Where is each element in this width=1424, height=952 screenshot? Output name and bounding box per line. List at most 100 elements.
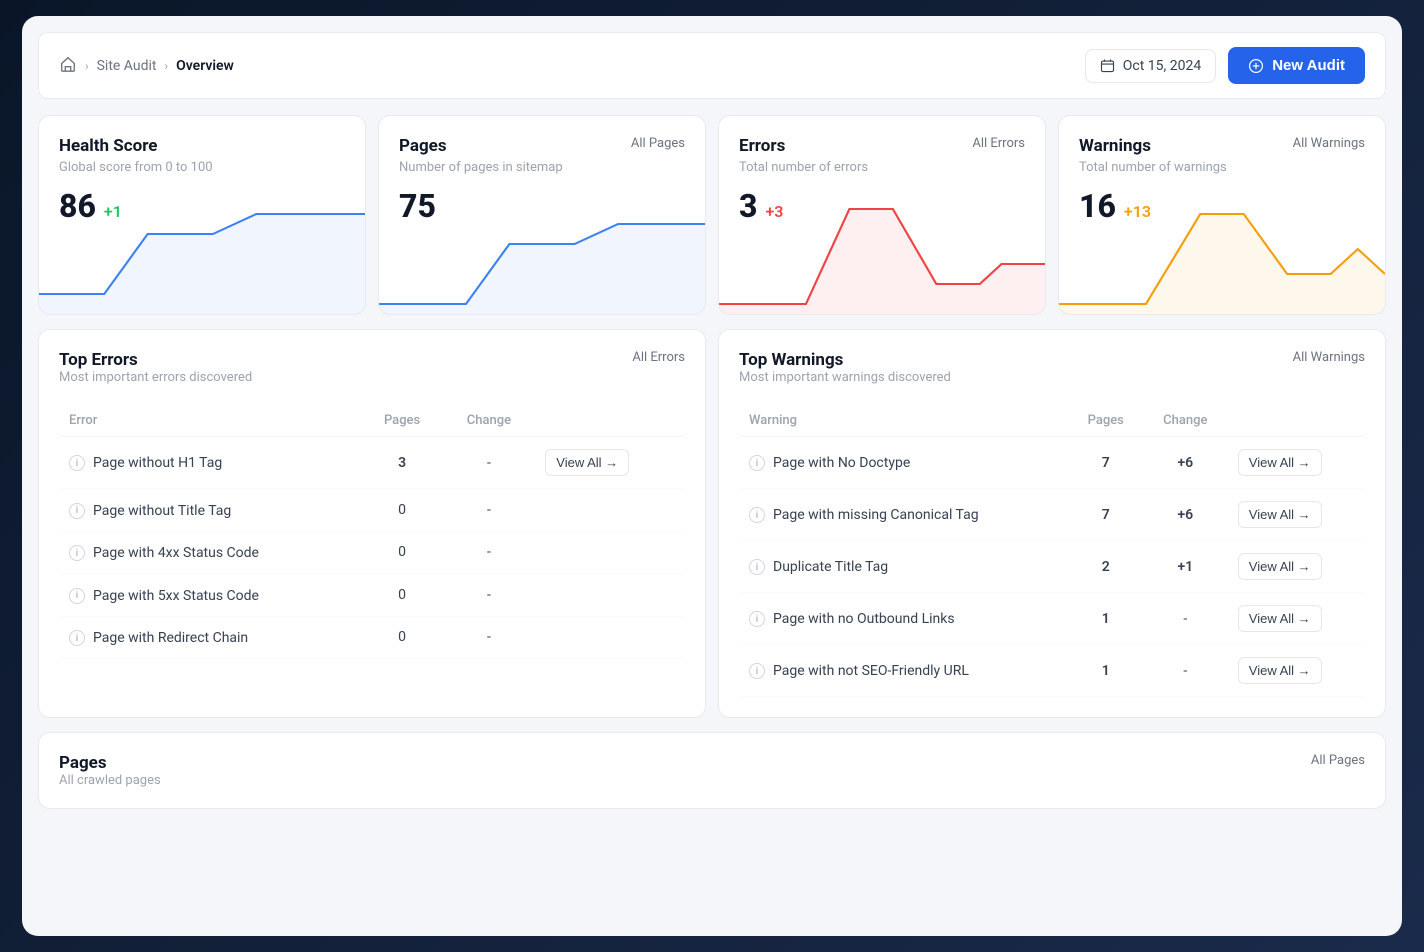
view-all-button[interactable]: View All → xyxy=(1238,605,1322,632)
top-errors-title: Top Errors xyxy=(59,350,252,370)
warnings-col-warning: Warning xyxy=(739,405,1069,437)
warning-pages-cell: 2 xyxy=(1069,541,1143,593)
view-all-button[interactable]: View All → xyxy=(1238,553,1322,580)
error-action-cell xyxy=(535,489,685,532)
pages-link[interactable]: All Pages xyxy=(631,136,685,151)
top-errors-subtitle: Most important errors discovered xyxy=(59,370,252,385)
health-score-title: Health Score xyxy=(59,136,157,156)
warning-name-cell: i Page with no Outbound Links xyxy=(739,593,1069,645)
warning-action-cell: View All → xyxy=(1228,541,1365,593)
errors-link[interactable]: All Errors xyxy=(972,136,1025,151)
breadcrumb-sep-1: › xyxy=(85,59,89,73)
info-icon: i xyxy=(749,663,765,679)
pages-card: Pages All Pages Number of pages in sitem… xyxy=(378,115,706,315)
warning-pages-cell: 1 xyxy=(1069,593,1143,645)
error-action-cell xyxy=(535,574,685,617)
calendar-icon xyxy=(1100,58,1115,73)
warning-change-cell: - xyxy=(1143,645,1228,697)
pages-section-card: Pages All crawled pages All Pages xyxy=(38,732,1386,809)
top-warnings-section: Top Warnings Most important warnings dis… xyxy=(718,329,1386,718)
warning-name-cell: i Duplicate Title Tag xyxy=(739,541,1069,593)
info-icon: i xyxy=(69,630,85,646)
error-name: Page without Title Tag xyxy=(93,503,231,519)
warning-change-cell: - xyxy=(1143,593,1228,645)
new-audit-label: New Audit xyxy=(1272,57,1345,74)
table-row: i Duplicate Title Tag 2 +1 View All → xyxy=(739,541,1365,593)
overview-label: Overview xyxy=(176,58,234,74)
warnings-subtitle: Total number of warnings xyxy=(1079,160,1365,175)
breadcrumb-sep-2: › xyxy=(164,59,168,73)
error-pages-cell: 0 xyxy=(362,531,443,574)
view-all-button[interactable]: View All → xyxy=(1238,501,1322,528)
errors-header: Errors All Errors xyxy=(739,136,1025,156)
error-pages-cell: 0 xyxy=(362,616,443,659)
warning-pages-cell: 1 xyxy=(1069,645,1143,697)
error-pages-cell: 0 xyxy=(362,489,443,532)
home-icon[interactable] xyxy=(59,55,77,77)
pages-section-title: Pages xyxy=(59,753,161,773)
errors-col-error: Error xyxy=(59,405,362,437)
top-errors-section: Top Errors Most important errors discove… xyxy=(38,329,706,718)
info-icon: i xyxy=(69,545,85,561)
warning-name: Page with missing Canonical Tag xyxy=(773,507,979,523)
health-score-header: Health Score xyxy=(59,136,345,156)
info-icon: i xyxy=(69,503,85,519)
warning-name-cell: i Page with No Doctype xyxy=(739,437,1069,489)
warning-action-cell: View All → xyxy=(1228,437,1365,489)
warning-name-cell: i Page with not SEO-Friendly URL xyxy=(739,645,1069,697)
warning-name: Page with no Outbound Links xyxy=(773,611,955,627)
warning-change-cell: +6 xyxy=(1143,489,1228,541)
error-pages-cell: 0 xyxy=(362,574,443,617)
warning-change-cell: +1 xyxy=(1143,541,1228,593)
error-name: Page with Redirect Chain xyxy=(93,630,248,646)
warning-name: Duplicate Title Tag xyxy=(773,559,888,575)
errors-col-change: Change xyxy=(443,405,536,437)
error-name-cell: i Page with 5xx Status Code xyxy=(59,574,362,617)
info-icon: i xyxy=(69,455,85,471)
top-warnings-title: Top Warnings xyxy=(739,350,951,370)
pages-header: Pages All Pages xyxy=(399,136,685,156)
info-icon: i xyxy=(749,559,765,575)
top-warnings-link[interactable]: All Warnings xyxy=(1293,350,1365,365)
view-all-button[interactable]: View All → xyxy=(1238,449,1322,476)
table-row: i Page with 5xx Status Code 0 - xyxy=(59,574,685,617)
error-name-cell: i Page with 4xx Status Code xyxy=(59,531,362,574)
warnings-card: Warnings All Warnings Total number of wa… xyxy=(1058,115,1386,315)
errors-col-pages: Pages xyxy=(362,405,443,437)
header-right: Oct 15, 2024 New Audit xyxy=(1085,47,1365,84)
pages-section-link[interactable]: All Pages xyxy=(1311,753,1365,768)
table-row: i Page without H1 Tag 3 - View All → xyxy=(59,437,685,489)
warning-action-cell: View All → xyxy=(1228,593,1365,645)
warning-name: Page with No Doctype xyxy=(773,455,910,471)
info-icon: i xyxy=(749,611,765,627)
date-badge: Oct 15, 2024 xyxy=(1085,49,1216,83)
warnings-col-pages: Pages xyxy=(1069,405,1143,437)
warnings-link[interactable]: All Warnings xyxy=(1293,136,1365,151)
error-action-cell xyxy=(535,616,685,659)
error-change-cell: - xyxy=(443,437,536,489)
error-name-cell: i Page without H1 Tag xyxy=(59,437,362,489)
warning-pages-cell: 7 xyxy=(1069,437,1143,489)
error-change-cell: - xyxy=(443,616,536,659)
error-name: Page without H1 Tag xyxy=(93,455,222,471)
date-label: Oct 15, 2024 xyxy=(1123,58,1201,74)
errors-subtitle: Total number of errors xyxy=(739,160,1025,175)
errors-title: Errors xyxy=(739,136,785,156)
table-row: i Page with no Outbound Links 1 - View A… xyxy=(739,593,1365,645)
error-name: Page with 4xx Status Code xyxy=(93,545,259,561)
view-all-button[interactable]: View All → xyxy=(1238,657,1322,684)
table-row: i Page with not SEO-Friendly URL 1 - Vie… xyxy=(739,645,1365,697)
info-icon: i xyxy=(69,588,85,604)
new-audit-icon xyxy=(1248,58,1264,74)
site-audit-link[interactable]: Site Audit xyxy=(97,58,157,74)
pages-title: Pages xyxy=(399,136,447,156)
table-row: i Page without Title Tag 0 - xyxy=(59,489,685,532)
new-audit-button[interactable]: New Audit xyxy=(1228,47,1365,84)
top-errors-link[interactable]: All Errors xyxy=(632,350,685,365)
info-icon: i xyxy=(749,455,765,471)
top-warnings-header: Top Warnings Most important warnings dis… xyxy=(739,350,1365,401)
errors-card: Errors All Errors Total number of errors… xyxy=(718,115,1046,315)
view-all-button[interactable]: View All → xyxy=(545,449,629,476)
warning-name-cell: i Page with missing Canonical Tag xyxy=(739,489,1069,541)
warning-change-cell: +6 xyxy=(1143,437,1228,489)
